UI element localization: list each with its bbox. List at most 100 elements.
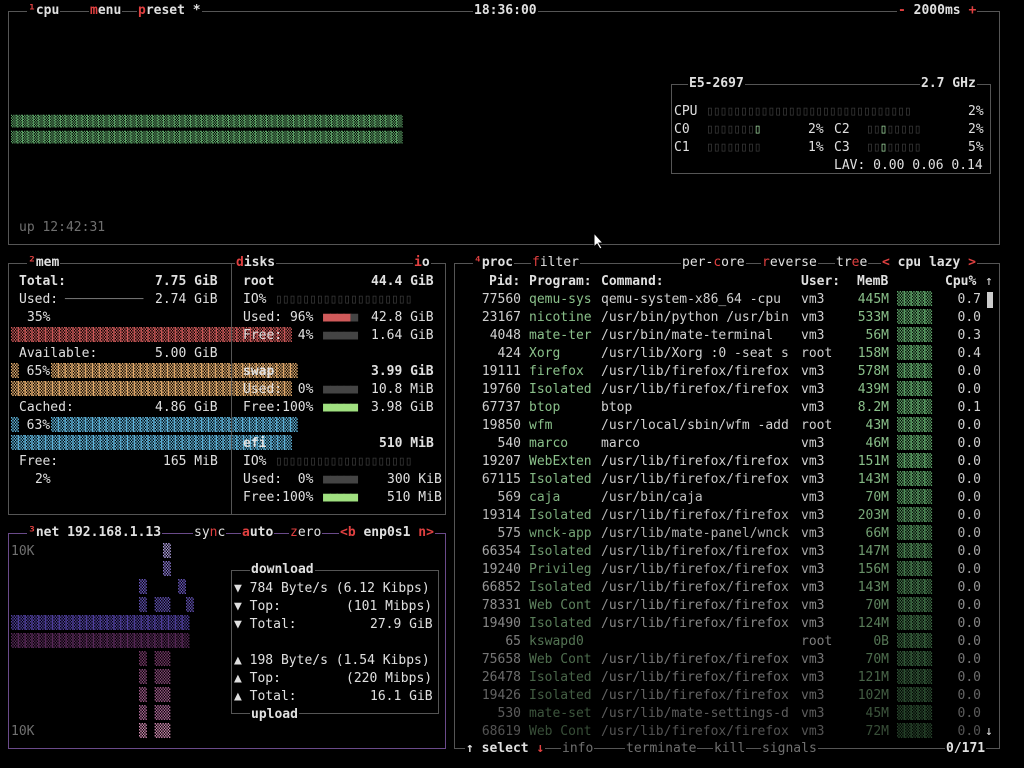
interval-control[interactable]: - 2000ms + bbox=[897, 2, 978, 20]
table-row[interactable]: 68619 Web Cont/usr/lib/firefox/firefox vm3… bbox=[455, 723, 985, 741]
footer-kill[interactable]: kill bbox=[713, 740, 747, 758]
tree-toggle[interactable]: tree bbox=[835, 254, 869, 272]
cpu-model: E5-2697 bbox=[688, 75, 745, 93]
footer-terminate[interactable]: terminate bbox=[625, 740, 698, 758]
table-row[interactable]: 67115 Isolated/usr/lib/firefox/firefox vm3… bbox=[455, 471, 985, 489]
preset-button[interactable]: preset * bbox=[137, 2, 202, 20]
zero-toggle[interactable]: zero bbox=[289, 524, 323, 542]
col-user-header[interactable]: User: bbox=[801, 273, 840, 291]
command-cell: /usr/lib/mate-settings-d bbox=[601, 706, 789, 721]
table-row[interactable]: 569 caja/usr/bin/caja vm3 70M ▒▒▒▒▒ 0.0 bbox=[455, 489, 985, 507]
auto-toggle[interactable]: auto bbox=[241, 524, 275, 542]
download-top-val: (101 Mibps) bbox=[346, 599, 433, 614]
user-cell: vm3 bbox=[801, 364, 825, 379]
per-core-toggle[interactable]: per-core bbox=[681, 254, 746, 272]
col-cpu-header[interactable]: Cpu% bbox=[945, 273, 976, 291]
user-cell: vm3 bbox=[801, 670, 825, 685]
footer-select[interactable]: ↑ select ↓ bbox=[465, 740, 546, 758]
cpu-cell: 0.0 bbox=[957, 310, 981, 325]
clock: 18:36:00 bbox=[473, 2, 538, 20]
pid-cell: 424 bbox=[497, 346, 521, 361]
mem-bar: ▒▒▒▒▒ bbox=[897, 580, 932, 595]
iface-selector[interactable]: <b enp0s1 n> bbox=[339, 524, 435, 542]
disk-root-free-bar: ■■■■■ bbox=[323, 328, 358, 343]
mem-free-pct: 2% bbox=[35, 472, 51, 487]
table-row[interactable]: 4048 mate-ter/usr/bin/mate-terminal vm3 56M… bbox=[455, 327, 985, 345]
disks-title[interactable]: disks bbox=[235, 254, 277, 272]
table-row[interactable]: 540 marco marco vm3 46M ▒▒▒▒▒ 0.0 bbox=[455, 435, 985, 453]
table-row[interactable]: 26478 Isolated/usr/lib/firefox/firefox vm3… bbox=[455, 669, 985, 687]
scroll-down-arrow[interactable]: ↓ bbox=[985, 723, 993, 741]
command-cell: /usr/lib/firefox/firefox bbox=[601, 580, 789, 595]
reverse-toggle[interactable]: reverse bbox=[761, 254, 818, 272]
table-row[interactable]: 75658 Web Cont/usr/lib/firefox/firefox vm3… bbox=[455, 651, 985, 669]
proc-box-title[interactable]: ⁴proc bbox=[473, 254, 515, 272]
user-cell: vm3 bbox=[801, 598, 825, 613]
col-command-header[interactable]: Command: bbox=[601, 273, 664, 291]
pid-cell: 540 bbox=[497, 436, 521, 451]
command-cell: /usr/lib/firefox/firefox bbox=[601, 364, 789, 379]
table-row[interactable]: 19314 Isolated/usr/lib/firefox/firefox vm3… bbox=[455, 507, 985, 525]
pid-cell: 530 bbox=[497, 706, 521, 721]
user-cell: root bbox=[801, 634, 833, 649]
mem-total-label: Total: bbox=[19, 274, 66, 289]
table-row[interactable]: 77560 qemu-sys qemu-system-x86_64 -cpu vm3 4… bbox=[455, 291, 985, 309]
sync-toggle[interactable]: sync bbox=[193, 524, 227, 542]
mem-avail-val: 5.00 GiB bbox=[155, 346, 218, 361]
command-cell: /usr/lib/firefox/firefox bbox=[601, 724, 789, 739]
core-3-label: C3 bbox=[834, 140, 850, 155]
pid-cell: 23167 bbox=[481, 310, 521, 325]
command-cell: /usr/lib/firefox/firefox bbox=[601, 544, 789, 559]
table-row[interactable]: 66852 Isolated/usr/lib/firefox/firefox vm3… bbox=[455, 579, 985, 597]
disk-swap-name: swap bbox=[243, 364, 275, 379]
cpu-box-title[interactable]: ¹cpu bbox=[27, 2, 61, 20]
table-row[interactable]: 66354 Isolated/usr/lib/firefox/firefox vm3… bbox=[455, 543, 985, 561]
scroll-up-arrow[interactable]: ↑ bbox=[985, 273, 993, 291]
pid-cell: 77560 bbox=[481, 292, 521, 307]
table-row[interactable]: 19240 Privileg/usr/lib/firefox/firefox vm3… bbox=[455, 561, 985, 579]
command-cell: /usr/lib/mate-panel/wnck bbox=[601, 526, 789, 541]
filter-button[interactable]: filter bbox=[531, 254, 580, 272]
cpu-total-label: CPU bbox=[674, 104, 698, 119]
io-toggle[interactable]: io bbox=[413, 254, 431, 272]
table-row[interactable]: 530 mate-set/usr/lib/mate-settings-d vm3 45… bbox=[455, 705, 985, 723]
pid-cell: 569 bbox=[497, 490, 521, 505]
table-row[interactable]: 575 wnck-app/usr/lib/mate-panel/wnck vm3 66… bbox=[455, 525, 985, 543]
table-row[interactable]: 19111 firefox/usr/lib/firefox/firefox vm3 5… bbox=[455, 363, 985, 381]
mem-cell: 102M bbox=[857, 688, 889, 703]
mem-used-val: 2.74 GiB bbox=[155, 292, 218, 307]
command-cell: /usr/lib/Xorg :0 -seat s bbox=[601, 346, 789, 361]
mem-cell: 8.2M bbox=[857, 400, 889, 415]
disk-root-io-label: IO% bbox=[243, 292, 267, 307]
menu-button[interactable]: menu bbox=[89, 2, 123, 20]
table-row[interactable]: 78331 Web Cont/usr/lib/firefox/firefox vm3… bbox=[455, 597, 985, 615]
col-program-header[interactable]: Program: bbox=[529, 273, 592, 291]
table-row[interactable]: 19207 WebExten/usr/lib/firefox/firefox vm3… bbox=[455, 453, 985, 471]
table-row[interactable]: 19760 Isolated/usr/lib/firefox/firefox vm3… bbox=[455, 381, 985, 399]
table-row[interactable]: 19850 wfm/usr/local/sbin/wfm -add root 43M ▒… bbox=[455, 417, 985, 435]
col-pid-header[interactable]: Pid: bbox=[489, 273, 520, 291]
mem-cell: 0B bbox=[873, 634, 889, 649]
table-row[interactable]: 424 Xorg/usr/lib/Xorg :0 -seat s root 158M ▒… bbox=[455, 345, 985, 363]
footer-signals[interactable]: signals bbox=[761, 740, 818, 758]
disk-root-used-label: Used: 96% bbox=[243, 310, 314, 325]
col-mem-header[interactable]: MemB bbox=[857, 273, 888, 291]
sort-selector[interactable]: < cpu lazy > bbox=[881, 254, 977, 272]
table-row[interactable]: 67737 btop btop vm3 8.2M ▒▒▒▒▒ 0.1 bbox=[455, 399, 985, 417]
table-row[interactable]: 23167 nicotine/usr/bin/python /usr/bin vm3… bbox=[455, 309, 985, 327]
table-row[interactable]: 19490 Isolated/usr/lib/firefox/firefox vm3… bbox=[455, 615, 985, 633]
disk-root-size: 44.4 GiB bbox=[371, 274, 434, 289]
disk-swap-used-val: 10.8 MiB bbox=[371, 382, 434, 397]
program-cell: Isolated bbox=[529, 688, 592, 703]
cpu-cell: 0.0 bbox=[957, 598, 981, 613]
table-row[interactable]: 65 kswapd0 root 0B ▒▒▒▒▒ 0.0 bbox=[455, 633, 985, 651]
program-cell: Privileg bbox=[529, 562, 592, 577]
cpu-cell: 0.1 bbox=[957, 400, 981, 415]
footer-info[interactable]: info bbox=[561, 740, 595, 758]
scrollbar-thumb[interactable] bbox=[987, 292, 993, 308]
cpu-freq: 2.7 GHz bbox=[920, 75, 977, 93]
mem-box-title[interactable]: ²mem bbox=[27, 254, 61, 272]
table-row[interactable]: 19426 Isolated/usr/lib/firefox/firefox vm3… bbox=[455, 687, 985, 705]
net-box-title[interactable]: ³net 192.168.1.13 bbox=[27, 524, 163, 542]
user-cell: vm3 bbox=[801, 328, 825, 343]
